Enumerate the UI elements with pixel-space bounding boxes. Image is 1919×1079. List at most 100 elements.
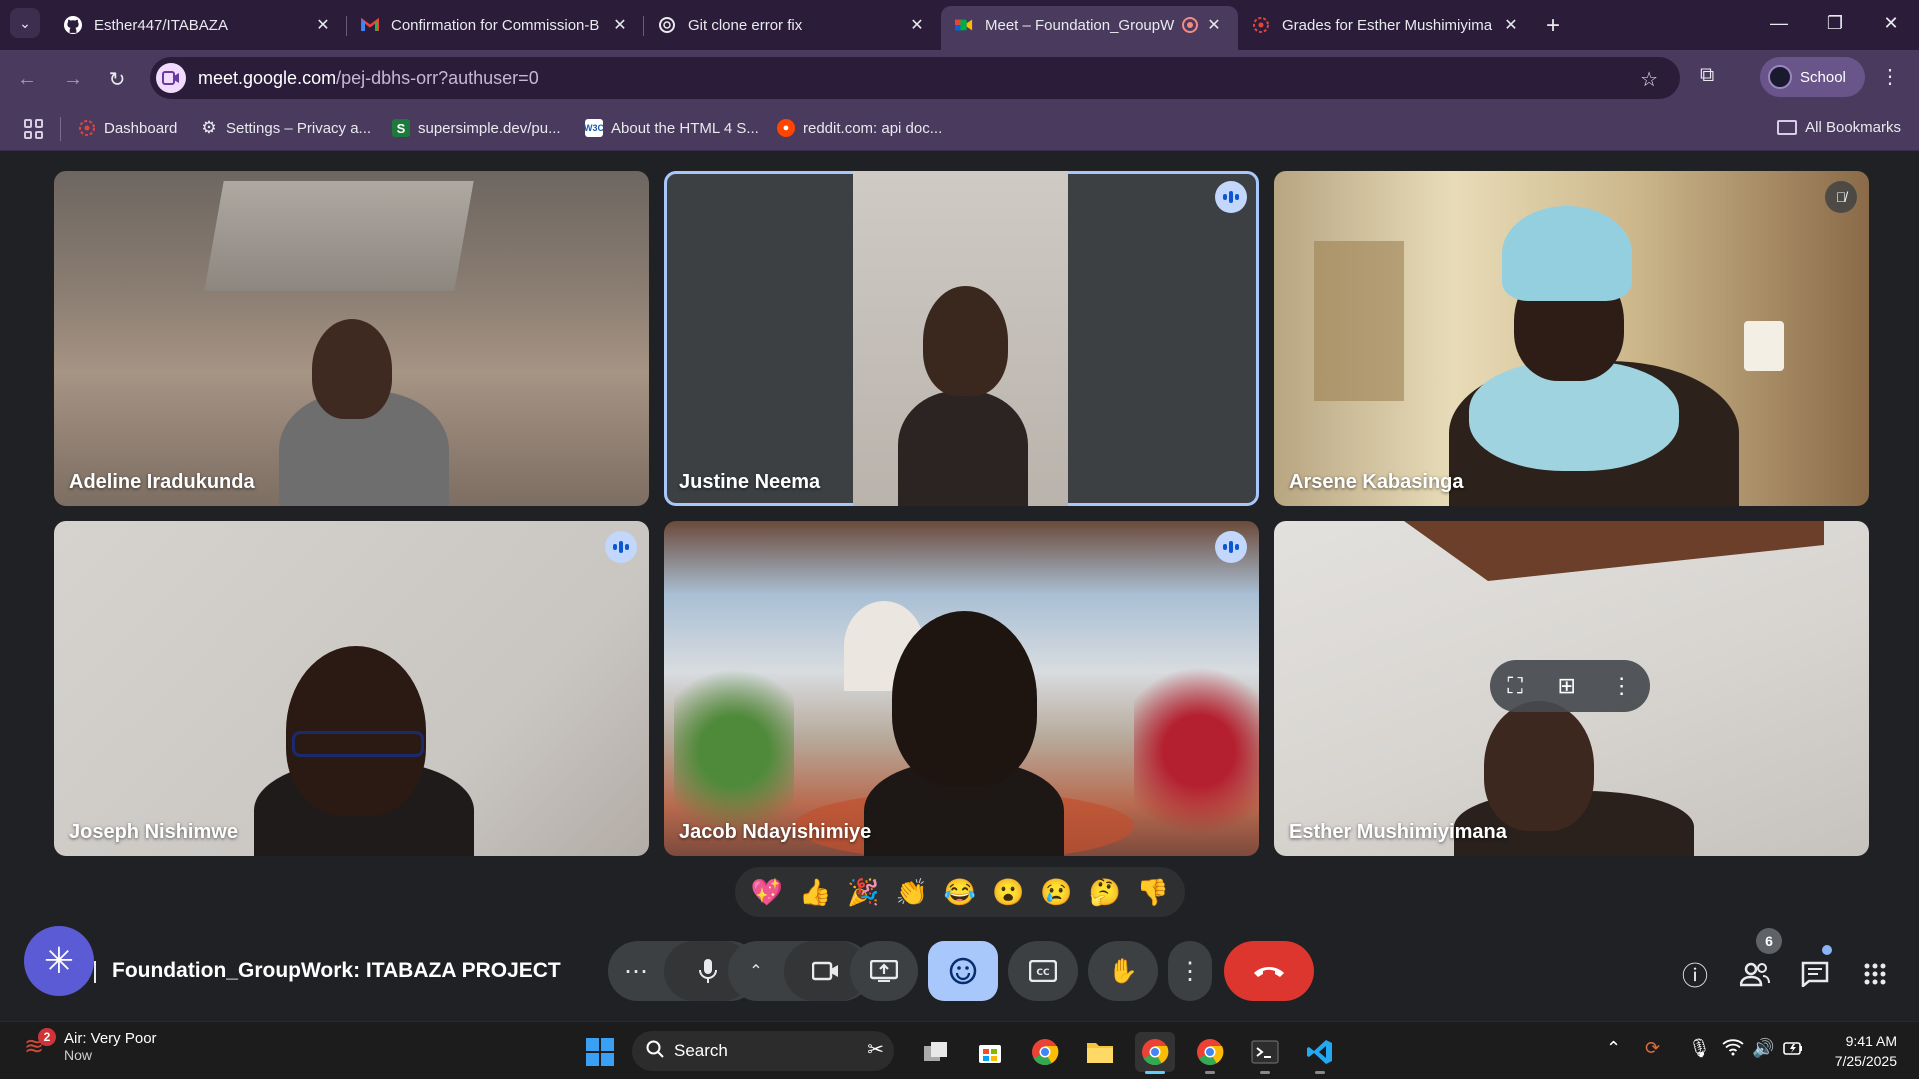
close-tab-icon[interactable]: ✕ (313, 15, 333, 35)
reaction-heart[interactable]: 💖 (751, 879, 783, 905)
reaction-party[interactable]: 🎉 (847, 879, 879, 905)
tab-title: Meet – Foundation_GroupW (985, 16, 1175, 34)
meet-icon (955, 16, 973, 34)
new-tab-button[interactable]: + (1535, 8, 1571, 44)
site-info-icon[interactable] (156, 63, 186, 93)
github-icon (64, 16, 82, 34)
new-message-dot (1822, 945, 1832, 955)
participant-tile[interactable]: Joseph Nishimwe (54, 521, 649, 856)
sync-icon[interactable]: ⟳ (1645, 1038, 1660, 1059)
chevron-up-icon[interactable]: ⌃ (728, 941, 784, 1001)
bookmark-w3c[interactable]: W3C About the HTML 4 S... (584, 119, 759, 137)
minimize-icon[interactable]: — (1751, 0, 1807, 46)
extensions-icon[interactable]: ⧉ (1700, 64, 1714, 87)
address-bar[interactable]: meet.google.com/pej-dbhs-orr?authuser=0 … (150, 57, 1680, 99)
participant-name: Esther Mushimiyimana (1289, 821, 1507, 843)
reaction-thumbs-up[interactable]: 👍 (799, 879, 831, 905)
raise-hand-button[interactable]: ✋ (1088, 941, 1158, 1001)
participant-tile[interactable]: Adeline Iradukunda (54, 171, 649, 506)
ceiling-window (204, 181, 474, 291)
participant-name: Jacob Ndayishimiye (679, 821, 872, 843)
back-icon[interactable]: ← (12, 64, 42, 94)
running-indicator (1205, 1071, 1215, 1074)
forward-icon[interactable]: → (58, 64, 88, 94)
close-window-icon[interactable]: ✕ (1863, 0, 1919, 46)
add-to-frame-icon[interactable]: ⊞ (1557, 673, 1575, 699)
running-indicator (1145, 1071, 1165, 1074)
more-options-button[interactable]: ⋮ (1168, 941, 1212, 1001)
reaction-thumbs-down[interactable]: 👎 (1137, 879, 1169, 905)
terminal-icon[interactable] (1245, 1032, 1285, 1074)
chat-icon[interactable] (1795, 954, 1835, 994)
microphone-tray-icon[interactable]: 🎙 (1688, 1038, 1711, 1059)
all-bookmarks[interactable]: All Bookmarks (1777, 119, 1901, 136)
tab-github[interactable]: Esther447/ITABAZA ✕ (50, 6, 347, 44)
apps-grid-icon[interactable] (24, 119, 44, 139)
participant-count-badge: 6 (1756, 928, 1782, 954)
restore-icon[interactable]: ❐ (1807, 0, 1863, 46)
close-tab-icon[interactable]: ✕ (1501, 15, 1521, 35)
bookmark-reddit[interactable]: ● reddit.com: api doc... (777, 119, 942, 137)
volume-icon[interactable]: 🔊 (1752, 1038, 1774, 1059)
vscode-icon[interactable] (1300, 1032, 1340, 1074)
gmail-icon (361, 16, 379, 34)
leave-call-button[interactable] (1224, 941, 1314, 1001)
participant-name: Adeline Iradukunda (69, 471, 255, 493)
participant-tile[interactable]: Jacob Ndayishimiye (664, 521, 1259, 856)
captions-button[interactable]: CC (1008, 941, 1078, 1001)
participant-tile[interactable]: Justine Neema (664, 171, 1259, 506)
tray-overflow-icon[interactable]: ⌃ (1606, 1038, 1621, 1059)
reaction-thinking[interactable]: 🤔 (1088, 879, 1120, 905)
glasses (292, 731, 424, 757)
more-options-icon[interactable]: ⋮ (1611, 673, 1633, 699)
task-view-icon[interactable] (916, 1032, 956, 1072)
battery-icon[interactable] (1782, 1038, 1804, 1058)
bookmark-star-icon[interactable]: ☆ (1640, 67, 1658, 92)
participant-name: Arsene Kabasinga (1289, 471, 1464, 493)
present-screen-button[interactable] (850, 941, 918, 1001)
participant-face (312, 319, 392, 419)
meeting-details-icon[interactable]: ⓘ (1675, 954, 1715, 994)
taskbar-search[interactable]: Search ✂ (632, 1031, 894, 1071)
reload-icon[interactable]: ↻ (102, 64, 132, 94)
search-highlight-icon: ✂ (867, 1039, 884, 1061)
tab-search-button[interactable]: ⌄ (10, 8, 40, 38)
profile-button[interactable]: School (1760, 57, 1865, 97)
tab-gmail[interactable]: Confirmation for Commission-B ✕ (347, 6, 644, 44)
tab-meet[interactable]: Meet – Foundation_GroupW ✕ (941, 6, 1238, 50)
wifi-icon[interactable] (1722, 1038, 1744, 1056)
speaking-indicator-icon (1215, 181, 1247, 213)
reaction-sad[interactable]: 😢 (1040, 879, 1072, 905)
speaking-indicator-icon (605, 531, 637, 563)
system-clock[interactable]: 9:41 AM 7/25/2025 (1835, 1031, 1897, 1071)
participant-tile[interactable]: 🎙̸ Arsene Kabasinga (1274, 171, 1869, 506)
reaction-clap[interactable]: 👏 (896, 879, 928, 905)
chrome-profile-icon[interactable] (1190, 1032, 1230, 1074)
tab-chatgpt[interactable]: Git clone error fix ✕ (644, 6, 941, 44)
bookmark-settings[interactable]: ⚙ Settings – Privacy a... (200, 118, 372, 137)
bookshelf (1314, 241, 1404, 401)
microsoft-store-icon[interactable] (970, 1032, 1010, 1072)
activities-grid-icon[interactable] (1855, 954, 1895, 994)
chrome-icon[interactable] (1025, 1032, 1065, 1072)
weather-widget[interactable]: ≋ 2 Air: Very Poor Now (24, 1027, 157, 1063)
chrome-school-icon[interactable] (1135, 1032, 1175, 1074)
bookmark-dashboard[interactable]: Dashboard (78, 119, 177, 137)
close-tab-icon[interactable]: ✕ (1204, 15, 1224, 35)
bookmark-label: Settings – Privacy a... (226, 119, 372, 137)
framing-icon[interactable]: ⛶ (1507, 673, 1522, 699)
tab-canvas-grades[interactable]: Grades for Esther Mushimiyima ✕ (1238, 6, 1535, 44)
more-audio-options-icon[interactable]: ⋯ (608, 941, 664, 1001)
reaction-surprised[interactable]: 😮 (992, 879, 1024, 905)
close-tab-icon[interactable]: ✕ (907, 15, 927, 35)
browser-menu-icon[interactable]: ⋮ (1880, 64, 1900, 89)
file-explorer-icon[interactable] (1080, 1032, 1120, 1072)
reaction-laugh[interactable]: 😂 (944, 879, 976, 905)
reactions-button[interactable] (928, 941, 998, 1001)
meet-activity-icon[interactable]: ✳ (24, 926, 94, 996)
windows-start-icon[interactable] (586, 1038, 614, 1066)
people-icon[interactable] (1735, 954, 1775, 994)
meet-call-area: Adeline Iradukunda Justine Neema 🎙̸ Arse… (0, 151, 1919, 1021)
bookmark-supersimple[interactable]: S supersimple.dev/pu... (392, 119, 561, 137)
close-tab-icon[interactable]: ✕ (610, 15, 630, 35)
